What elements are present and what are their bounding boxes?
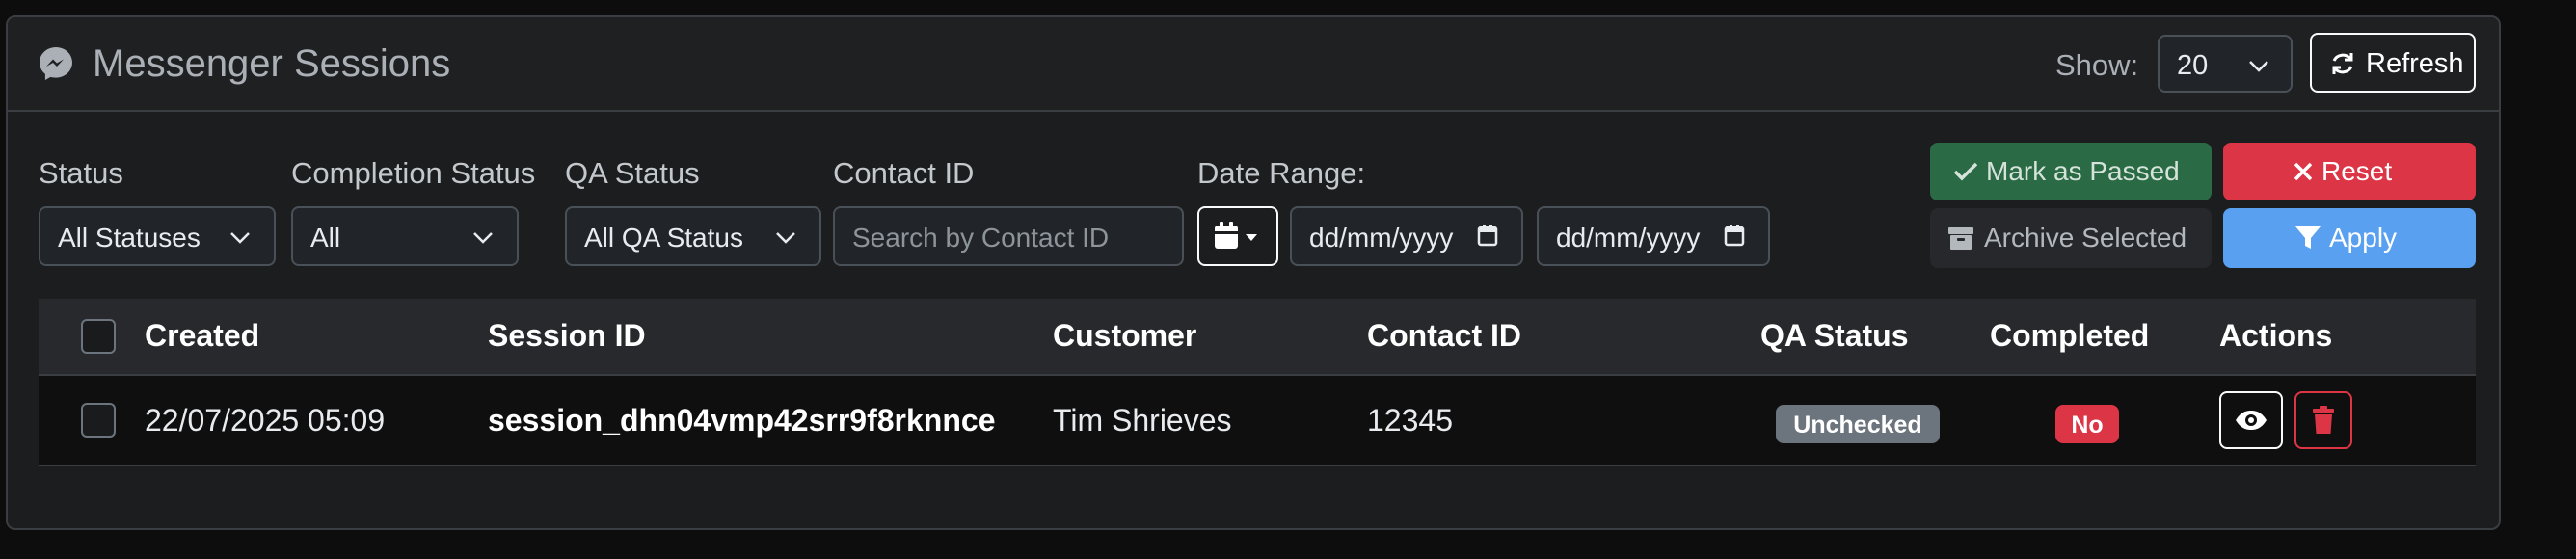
completion-select-value: All [310,223,341,253]
table-row[interactable]: 22/07/2025 05:09 session_dhn04vmp42srr9f… [39,376,2476,466]
calendar-icon[interactable] [1724,224,1745,247]
col-session-id[interactable]: Session ID [488,318,646,354]
date-preset-dropdown[interactable] [1197,206,1278,266]
sessions-card: Messenger Sessions Show: 20 Refresh Stat… [6,15,2501,530]
date-to-value: dd/mm/yyyy [1556,223,1701,253]
status-select-value: All Statuses [58,223,201,253]
col-actions: Actions [2219,318,2333,353]
refresh-label: Refresh [2366,48,2464,79]
reset-label: Reset [2321,156,2393,186]
cell-customer: Tim Shrieves [1053,403,1232,438]
chevron-down-icon [230,232,250,244]
contact-search-placeholder: Search by Contact ID [852,223,1110,253]
qa-select[interactable]: All QA Status [565,206,821,266]
show-label: Show: [2055,48,2139,82]
chevron-down-icon [776,232,795,244]
mark-passed-label: Mark as Passed [1986,156,2180,186]
date-to-input[interactable]: dd/mm/yyyy [1537,206,1770,266]
date-from-input[interactable]: dd/mm/yyyy [1290,206,1523,266]
qa-select-value: All QA Status [584,223,743,253]
trash-icon [2313,406,2334,434]
status-select[interactable]: All Statuses [39,206,276,266]
eye-icon [2236,411,2267,430]
refresh-icon [2332,53,2353,74]
qa-filter-label: QA Status [565,156,700,190]
archive-label: Archive Selected [1984,223,2187,253]
completion-select[interactable]: All [291,206,519,266]
view-button[interactable] [2219,391,2283,449]
completed-badge: No [2055,405,2119,443]
col-contact-id[interactable]: Contact ID [1367,318,1521,354]
col-created[interactable]: Created [145,318,259,354]
completion-filter-label: Completion Status [291,156,536,190]
reset-button[interactable]: Reset [2223,143,2476,200]
archive-selected-button[interactable]: Archive Selected [1930,208,2212,268]
contact-filter-label: Contact ID [833,156,975,190]
card-header: Messenger Sessions Show: 20 Refresh [8,17,2499,112]
row-checkbox[interactable] [81,403,116,438]
cell-created: 22/07/2025 05:09 [145,403,386,438]
col-qa-status[interactable]: QA Status [1760,318,1909,354]
qa-status-badge: Unchecked [1776,405,1940,443]
page-title: Messenger Sessions [93,42,451,85]
cell-contact-id: 12345 [1367,403,1453,438]
calendar-icon [1215,222,1257,249]
chevron-down-icon [473,232,493,244]
cell-session-id: session_dhn04vmp42srr9f8rknnce [488,403,996,438]
x-icon [2294,162,2313,181]
apply-button[interactable]: Apply [2223,208,2476,268]
archive-icon [1948,227,1973,250]
page-size-select[interactable]: 20 [2158,35,2293,93]
col-customer[interactable]: Customer [1053,318,1196,354]
apply-label: Apply [2329,223,2398,253]
table-header: Created Session ID Customer Contact ID Q… [39,299,2476,376]
page-size-value: 20 [2177,50,2209,81]
refresh-button[interactable]: Refresh [2310,33,2476,93]
filter-icon [2295,226,2321,249]
select-all-checkbox[interactable] [81,319,116,354]
mark-passed-button[interactable]: Mark as Passed [1930,143,2212,200]
delete-button[interactable] [2294,391,2352,449]
messenger-icon [40,47,72,80]
chevron-down-icon [2249,61,2268,72]
calendar-icon[interactable] [1477,224,1498,247]
date-from-value: dd/mm/yyyy [1309,223,1454,253]
check-icon [1953,162,1978,181]
col-completed[interactable]: Completed [1990,318,2149,354]
status-filter-label: Status [39,156,123,190]
contact-search-input[interactable]: Search by Contact ID [833,206,1184,266]
date-range-label: Date Range: [1197,156,1366,190]
